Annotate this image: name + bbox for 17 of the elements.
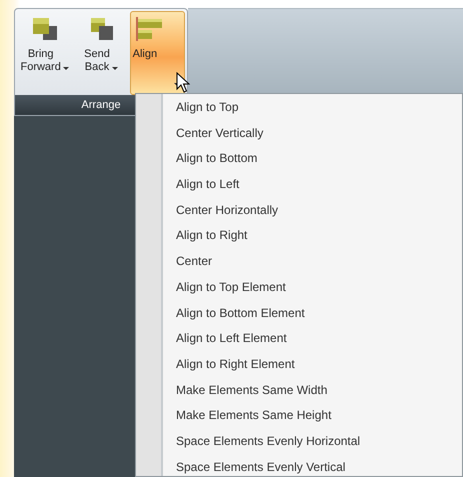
ribbon-button[interactable]: Bring Forward <box>17 11 72 95</box>
menu-item[interactable]: Center Vertically <box>163 120 462 146</box>
menu-item[interactable]: Align to Left Element <box>163 326 462 352</box>
menu-item[interactable]: Make Elements Same Height <box>163 403 462 429</box>
menu-item[interactable]: Align to Right <box>163 223 462 250</box>
ribbon-button[interactable]: Align <box>130 11 185 95</box>
menu-item[interactable]: Align to Top Element <box>163 274 462 300</box>
menu-item[interactable]: Space Elements Evenly Vertical <box>163 454 462 477</box>
menu-item[interactable]: Align to Bottom <box>163 146 462 172</box>
menu-item[interactable]: Make Elements Same Width <box>163 378 462 404</box>
menu-item[interactable]: Center Horizontally <box>163 198 462 224</box>
menu-item[interactable]: Space Elements Evenly Horizontal <box>163 428 462 455</box>
ribbon-button[interactable]: Send Back <box>73 11 129 95</box>
menu-item[interactable]: Center <box>163 249 462 275</box>
menu-item[interactable]: Align to Bottom Element <box>163 300 462 326</box>
menu-item[interactable]: Align to Right Element <box>163 352 462 378</box>
menu-item[interactable]: Align to Left <box>163 172 462 198</box>
